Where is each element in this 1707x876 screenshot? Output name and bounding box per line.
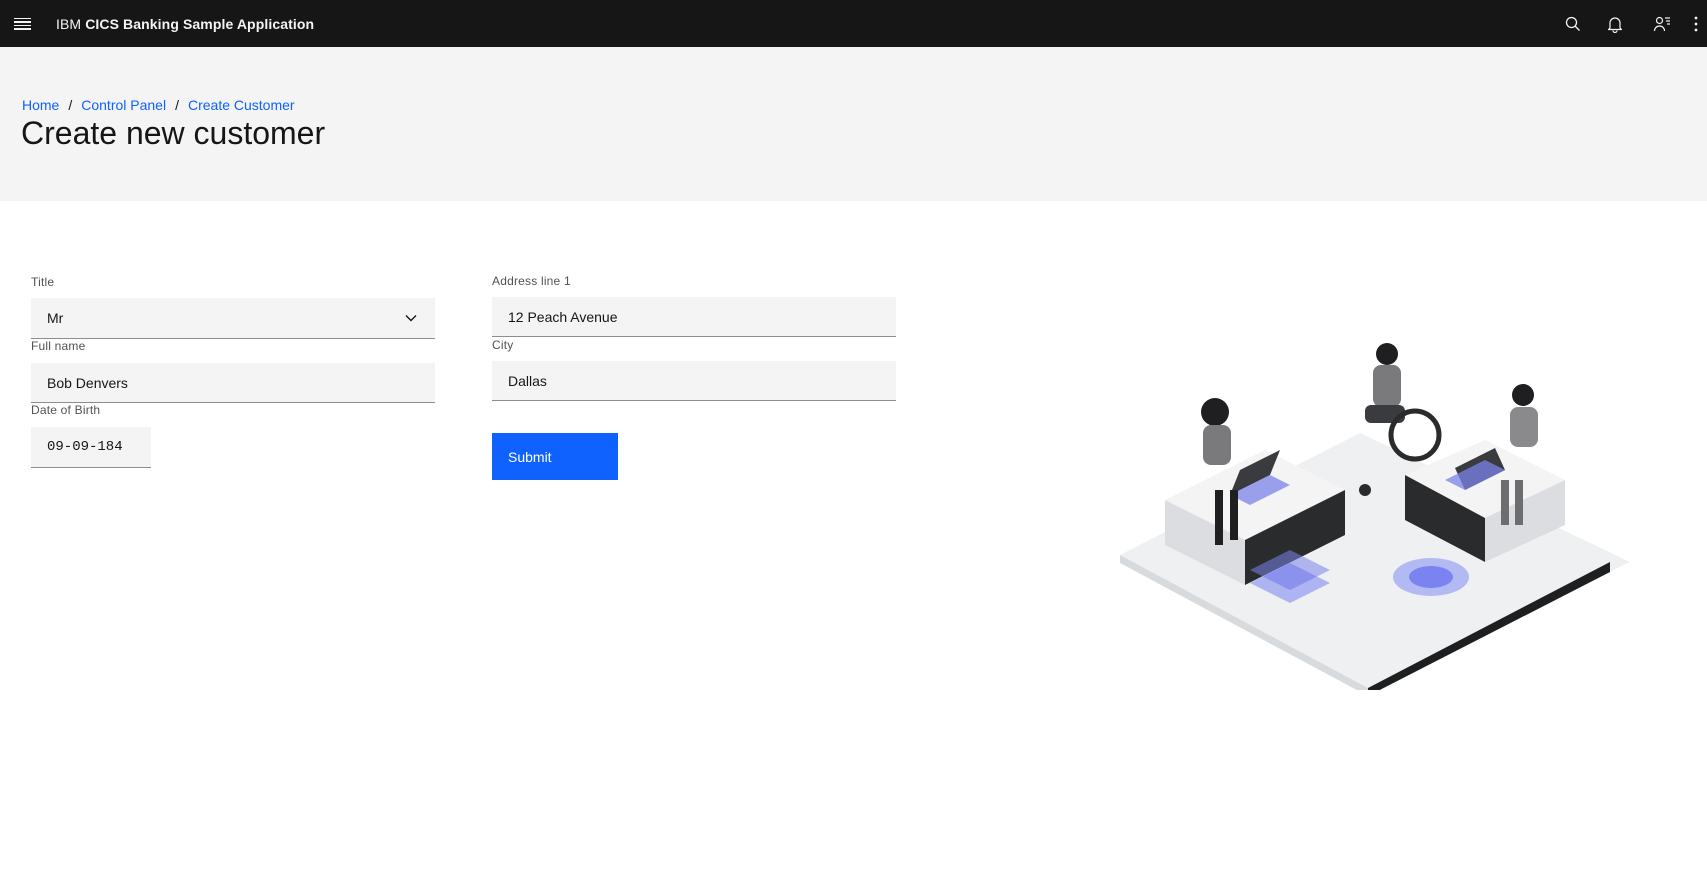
notification-button[interactable] [1593,0,1637,47]
address-line-1-label: Address line 1 [492,274,571,288]
app-header: IBM CICS Banking Sample Application [0,0,1707,47]
breadcrumb-separator: / [68,97,73,113]
dob-input[interactable]: 09-09-184 [31,427,151,468]
full-name-input[interactable]: Bob Denvers [31,363,435,403]
breadcrumb-home[interactable]: Home [22,97,59,113]
overflow-menu-icon [1694,16,1698,31]
notification-icon [1607,16,1623,33]
user-button[interactable] [1640,0,1684,47]
dob-value: 09-09-184 [47,439,123,455]
chevron-down-icon [405,315,417,322]
search-icon [1565,16,1580,31]
overflow-menu-button[interactable] [1685,0,1707,47]
breadcrumb-control-panel[interactable]: Control Panel [81,97,166,113]
breadcrumb: Home / Control Panel / Create Customer [22,97,295,113]
search-button[interactable] [1551,0,1595,47]
full-name-label: Full name [31,339,86,353]
breadcrumb-separator: / [175,97,179,113]
brand-prefix: IBM [56,15,82,32]
user-icon [1653,16,1670,31]
city-value: Dallas [508,372,547,389]
app-brand[interactable]: IBM CICS Banking Sample Application [56,0,314,47]
title-select[interactable]: Mr [31,298,435,339]
address-line-1-input[interactable]: 12 Peach Avenue [492,297,896,337]
title-select-value: Mr [47,310,64,326]
submit-button[interactable]: Submit [492,433,618,480]
menu-icon [13,17,31,30]
breadcrumb-create-customer[interactable]: Create Customer [188,97,295,113]
city-label: City [492,338,514,352]
full-name-value: Bob Denvers [47,374,128,391]
city-input[interactable]: Dallas [492,361,896,401]
office-illustration [1120,343,1630,690]
menu-button[interactable] [0,0,44,47]
address-line-1-value: 12 Peach Avenue [508,308,618,325]
dob-label: Date of Birth [31,403,101,417]
page-header: Home / Control Panel / Create Customer C… [0,47,1707,201]
brand-name: CICS Banking Sample Application [85,15,315,32]
page-title: Create new customer [21,115,326,151]
title-label: Title [31,275,55,289]
